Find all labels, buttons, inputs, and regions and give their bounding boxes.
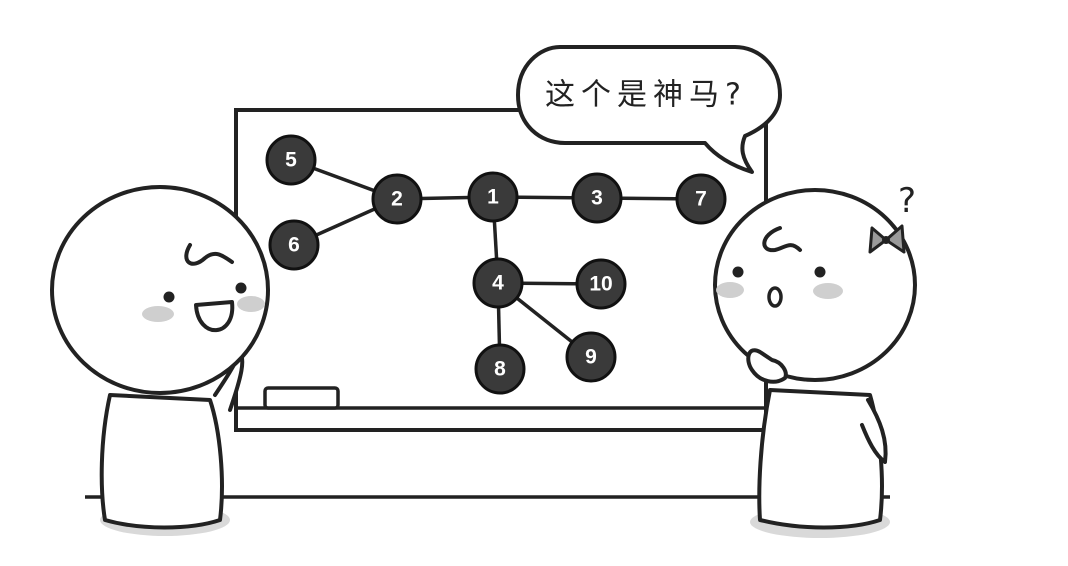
tree-node-1: 1: [467, 171, 519, 223]
tree-node-label: 10: [589, 273, 612, 296]
right-blush-right: [813, 283, 843, 299]
eraser: [263, 386, 340, 410]
tree-node-label: 4: [492, 272, 504, 295]
right-blush-left: [716, 282, 744, 298]
left-eye-right: [235, 282, 247, 294]
tree-node-2: 2: [371, 173, 423, 225]
tree-node-8: 8: [474, 343, 526, 395]
right-eye-right: [814, 266, 826, 278]
left-blush-left: [142, 306, 174, 322]
tree-node-label: 2: [391, 188, 403, 211]
tree-node-label: 3: [591, 187, 603, 210]
tree-node-10: 10: [575, 258, 627, 310]
tree-node-6: 6: [268, 219, 320, 271]
tree-node-3: 3: [571, 172, 623, 224]
tree-node-label: 9: [585, 346, 597, 369]
tree-node-5: 5: [265, 134, 317, 186]
cartoon-scene: 1 2 3 4 5 6 7 8 9 10 ? 这个是神马?: [50, 45, 917, 538]
left-body: [99, 393, 224, 530]
tree-node-label: 7: [695, 188, 707, 211]
right-head: [713, 188, 917, 382]
left-eye-left: [163, 291, 175, 303]
question-mark: ?: [898, 181, 916, 221]
left-character: [50, 185, 270, 536]
right-body: [757, 388, 884, 530]
speech-bubble-text: 这个是神马?: [545, 78, 747, 113]
tree-node-7: 7: [675, 173, 727, 225]
right-eye-left: [732, 266, 744, 278]
tree-node-label: 6: [288, 234, 300, 257]
tree-node-4: 4: [472, 257, 524, 309]
tree-node-label: 8: [494, 358, 506, 381]
tree-node-9: 9: [565, 331, 617, 383]
left-blush-right: [237, 296, 265, 312]
tree-node-label: 1: [487, 186, 499, 209]
left-head: [50, 185, 270, 395]
right-mouth: [767, 286, 783, 308]
tree-node-label: 5: [285, 149, 297, 172]
